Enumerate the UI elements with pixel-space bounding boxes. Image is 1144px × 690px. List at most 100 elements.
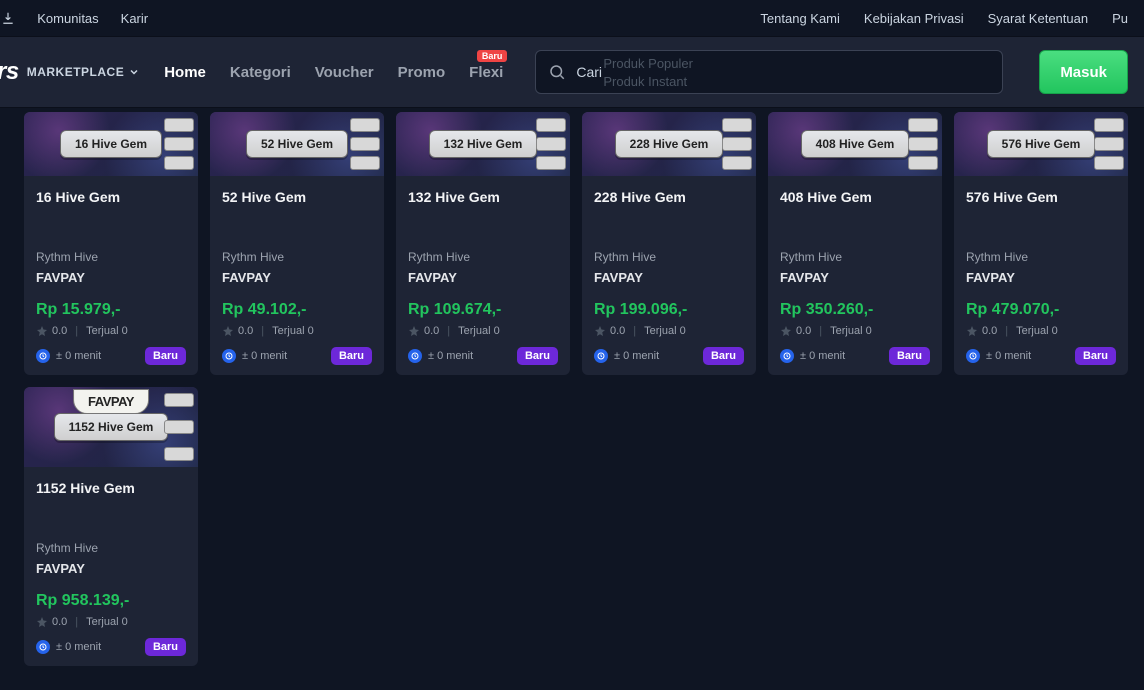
- brand-logo-text: ners: [0, 58, 19, 86]
- product-card[interactable]: 228 Hive Gem 228 Hive Gem Rythm Hive FAV…: [582, 112, 756, 375]
- product-category: Rythm Hive: [966, 250, 1116, 264]
- process-time-text: ± 0 menit: [56, 641, 101, 653]
- product-meta: 0.0 | Terjual 0: [408, 325, 558, 337]
- product-thumbnail: 408 Hive Gem: [768, 112, 942, 176]
- star-icon: [780, 325, 792, 337]
- product-bottom: ± 0 menit Baru: [408, 347, 558, 365]
- topbar-link-pusat[interactable]: Pu: [1112, 11, 1128, 26]
- product-card[interactable]: 576 Hive Gem 576 Hive Gem Rythm Hive FAV…: [954, 112, 1128, 375]
- spacer: [966, 230, 1116, 244]
- topbar-link-tentang[interactable]: Tentang Kami: [760, 11, 840, 26]
- meta-sep: |: [75, 616, 78, 628]
- product-seller: FAVPAY: [780, 270, 930, 285]
- product-body: 16 Hive Gem Rythm Hive FAVPAY Rp 15.979,…: [24, 176, 198, 375]
- nav-links: Home Kategori Voucher Promo Flexi Baru: [164, 64, 503, 81]
- rating: 0.0: [36, 325, 67, 337]
- sticker: [536, 118, 566, 132]
- search-input[interactable]: [576, 64, 990, 80]
- topbar-link-karir[interactable]: Karir: [121, 11, 148, 26]
- product-thumbnail: 16 Hive Gem: [24, 112, 198, 176]
- product-bottom: ± 0 menit Baru: [966, 347, 1116, 365]
- brand-marketplace-tag: MARKETPLACE: [27, 65, 141, 79]
- spacer: [36, 230, 186, 244]
- product-category: Rythm Hive: [780, 250, 930, 264]
- sticker: [164, 118, 194, 132]
- rating: 0.0: [36, 616, 67, 628]
- thumb-stickers: [1094, 118, 1124, 170]
- spacer: [780, 230, 930, 244]
- star-icon: [222, 325, 234, 337]
- product-price: Rp 199.096,-: [594, 301, 744, 319]
- new-badge: Baru: [517, 347, 558, 365]
- sticker: [908, 118, 938, 132]
- topbar-link-privasi[interactable]: Kebijakan Privasi: [864, 11, 964, 26]
- topbar-link-syarat[interactable]: Syarat Ketentuan: [988, 11, 1088, 26]
- topbar-link-komunitas[interactable]: Komunitas: [37, 11, 98, 26]
- sticker: [164, 137, 194, 151]
- product-title: 408 Hive Gem: [780, 188, 930, 224]
- process-time-text: ± 0 menit: [986, 350, 1031, 362]
- search-box[interactable]: [535, 50, 1003, 94]
- nav-flexi[interactable]: Flexi Baru: [469, 64, 503, 81]
- sticker: [722, 118, 752, 132]
- gem-pill: 16 Hive Gem: [60, 130, 162, 158]
- product-body: 132 Hive Gem Rythm Hive FAVPAY Rp 109.67…: [396, 176, 570, 375]
- product-price: Rp 958.139,-: [36, 592, 186, 610]
- sticker: [722, 137, 752, 151]
- clock-icon: [36, 640, 50, 654]
- product-seller: FAVPAY: [966, 270, 1116, 285]
- product-bottom: ± 0 menit Baru: [36, 638, 186, 656]
- product-meta: 0.0 | Terjual 0: [594, 325, 744, 337]
- spacer: [36, 521, 186, 535]
- process-time: ± 0 menit: [36, 640, 101, 654]
- clock-icon: [966, 349, 980, 363]
- sticker: [164, 156, 194, 170]
- rating: 0.0: [780, 325, 811, 337]
- gem-pill: 576 Hive Gem: [987, 130, 1096, 158]
- sticker: [908, 137, 938, 151]
- spacer: [594, 230, 744, 244]
- sticker: [1094, 137, 1124, 151]
- sold-count: Terjual 0: [830, 325, 872, 337]
- process-time: ± 0 menit: [594, 349, 659, 363]
- rating-value: 0.0: [238, 325, 253, 337]
- nav-kategori[interactable]: Kategori: [230, 64, 291, 81]
- new-badge: Baru: [703, 347, 744, 365]
- nav-voucher[interactable]: Voucher: [315, 64, 374, 81]
- rating-value: 0.0: [424, 325, 439, 337]
- product-seller: FAVPAY: [36, 270, 186, 285]
- star-icon: [36, 325, 48, 337]
- product-category: Rythm Hive: [36, 541, 186, 555]
- new-badge: Baru: [889, 347, 930, 365]
- new-badge: Baru: [145, 347, 186, 365]
- product-body: 576 Hive Gem Rythm Hive FAVPAY Rp 479.07…: [954, 176, 1128, 375]
- search-icon: [548, 63, 566, 81]
- topbar-link-download[interactable]: p: [0, 11, 15, 26]
- nav-flexi-badge: Baru: [477, 50, 508, 62]
- product-meta: 0.0 | Terjual 0: [966, 325, 1116, 337]
- product-card[interactable]: 52 Hive Gem 52 Hive Gem Rythm Hive FAVPA…: [210, 112, 384, 375]
- thumb-stickers: [350, 118, 380, 170]
- gem-pill: 408 Hive Gem: [801, 130, 910, 158]
- nav-home[interactable]: Home: [164, 64, 206, 81]
- nav-promo[interactable]: Promo: [398, 64, 446, 81]
- star-icon: [966, 325, 978, 337]
- product-card[interactable]: 408 Hive Gem 408 Hive Gem Rythm Hive FAV…: [768, 112, 942, 375]
- product-title: 132 Hive Gem: [408, 188, 558, 224]
- product-card[interactable]: FAVPAY 1152 Hive Gem 1152 Hive Gem Rythm…: [24, 387, 198, 666]
- rating: 0.0: [594, 325, 625, 337]
- meta-sep: |: [75, 325, 78, 337]
- login-button[interactable]: Masuk: [1039, 50, 1128, 94]
- seller-ribbon: FAVPAY: [73, 387, 149, 402]
- product-card[interactable]: 16 Hive Gem 16 Hive Gem Rythm Hive FAVPA…: [24, 112, 198, 375]
- brand[interactable]: ners MARKETPLACE: [0, 58, 140, 86]
- clock-icon: [408, 349, 422, 363]
- product-body: 52 Hive Gem Rythm Hive FAVPAY Rp 49.102,…: [210, 176, 384, 375]
- product-bottom: ± 0 menit Baru: [222, 347, 372, 365]
- thumb-stickers: [164, 118, 194, 170]
- sticker: [164, 447, 194, 461]
- rating-value: 0.0: [796, 325, 811, 337]
- product-meta: 0.0 | Terjual 0: [36, 616, 186, 628]
- product-category: Rythm Hive: [408, 250, 558, 264]
- product-card[interactable]: 132 Hive Gem 132 Hive Gem Rythm Hive FAV…: [396, 112, 570, 375]
